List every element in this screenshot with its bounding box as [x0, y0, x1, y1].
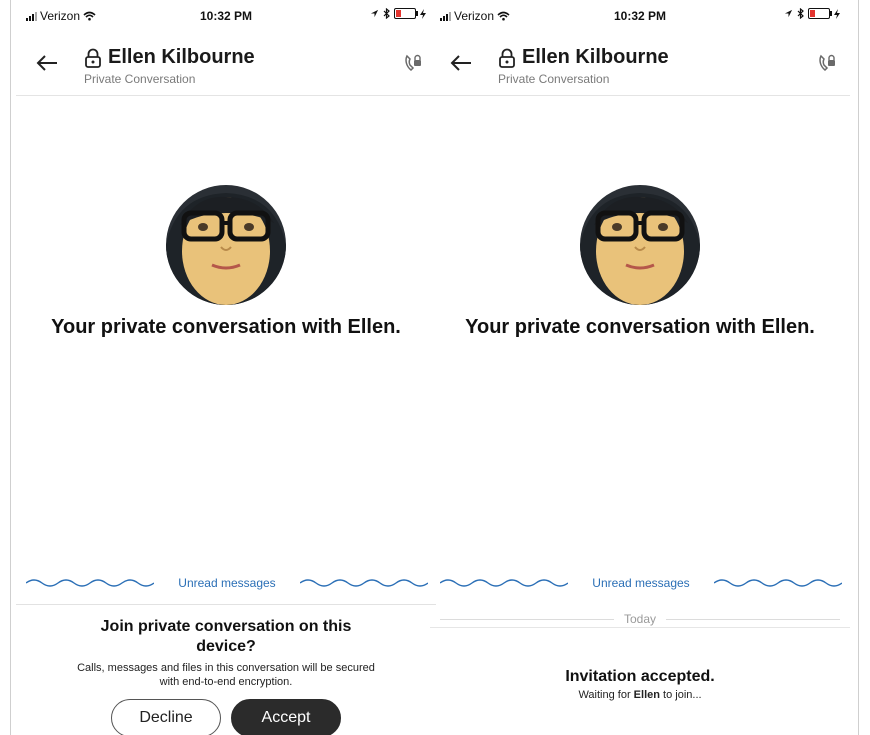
lock-icon	[499, 48, 515, 68]
back-arrow-icon[interactable]	[450, 52, 472, 76]
unread-messages-divider: Unread messages	[26, 576, 428, 590]
conversation-subtitle: Private Conversation	[84, 72, 196, 86]
charging-bolt-icon	[420, 8, 426, 19]
back-arrow-icon[interactable]	[36, 52, 58, 76]
phone-screen-left: Verizon 10:32 PM Ellen Kilbourne Private…	[16, 0, 436, 735]
invitation-status: Invitation accepted. Waiting for Ellen t…	[430, 668, 850, 701]
join-actions: Decline Accept	[16, 699, 436, 735]
charging-bolt-icon	[834, 8, 840, 19]
header-divider	[16, 95, 436, 96]
accept-button[interactable]: Accept	[231, 699, 341, 735]
location-arrow-icon	[370, 9, 379, 18]
section-divider	[430, 627, 850, 628]
waiting-suffix: to join...	[663, 689, 702, 701]
section-divider	[16, 604, 436, 605]
battery-icon	[394, 8, 418, 19]
unread-label: Unread messages	[592, 576, 690, 590]
phone-screen-right: Verizon 10:32 PM Ellen Kilbourne Private…	[430, 0, 850, 735]
join-title: Join private conversation on this device…	[100, 618, 352, 655]
wave-left	[440, 579, 568, 587]
decline-button[interactable]: Decline	[111, 699, 221, 735]
private-call-icon[interactable]	[402, 52, 424, 79]
conversation-title[interactable]: Ellen Kilbourne	[84, 46, 255, 69]
unread-messages-divider: Unread messages	[440, 576, 842, 590]
date-line-right	[666, 618, 840, 620]
conversation-header: Ellen Kilbourne Private Conversation	[16, 40, 436, 96]
invitation-accepted-title: Invitation accepted.	[565, 668, 715, 685]
wave-left	[26, 579, 154, 587]
status-bar: Verizon 10:32 PM	[430, 6, 850, 26]
date-separator: Today	[440, 612, 840, 626]
wave-right	[299, 579, 428, 587]
contact-name: Ellen Kilbourne	[108, 46, 255, 68]
location-arrow-icon	[784, 9, 793, 18]
date-label: Today	[623, 612, 657, 626]
conversation-title[interactable]: Ellen Kilbourne	[498, 46, 669, 69]
header-divider	[430, 95, 850, 96]
bluetooth-icon	[797, 8, 804, 19]
waiting-text: Waiting for Ellen to join...	[430, 689, 850, 701]
status-right-icons	[784, 8, 840, 19]
conversation-header: Ellen Kilbourne Private Conversation	[430, 40, 850, 96]
battery-icon	[808, 8, 832, 19]
frame-border-left	[10, 0, 11, 735]
waiting-prefix: Waiting for	[578, 689, 631, 701]
avatar	[580, 185, 700, 305]
conversation-intro: Your private conversation with Ellen.	[465, 316, 815, 338]
status-right-icons	[370, 8, 426, 19]
status-bar: Verizon 10:32 PM	[16, 6, 436, 26]
private-call-icon[interactable]	[816, 52, 838, 79]
conversation-subtitle: Private Conversation	[498, 72, 610, 86]
conversation-intro: Your private conversation with Ellen.	[51, 316, 401, 338]
unread-label: Unread messages	[178, 576, 276, 590]
join-prompt: Join private conversation on this device…	[16, 617, 436, 735]
waiting-name: Ellen	[633, 689, 660, 701]
wave-right	[713, 579, 842, 587]
bluetooth-icon	[383, 8, 390, 19]
contact-name: Ellen Kilbourne	[522, 46, 669, 68]
frame-border-right	[858, 0, 859, 735]
date-line-left	[440, 618, 614, 620]
lock-icon	[85, 48, 101, 68]
join-description: Calls, messages and files in this conver…	[77, 662, 375, 688]
avatar	[166, 185, 286, 305]
